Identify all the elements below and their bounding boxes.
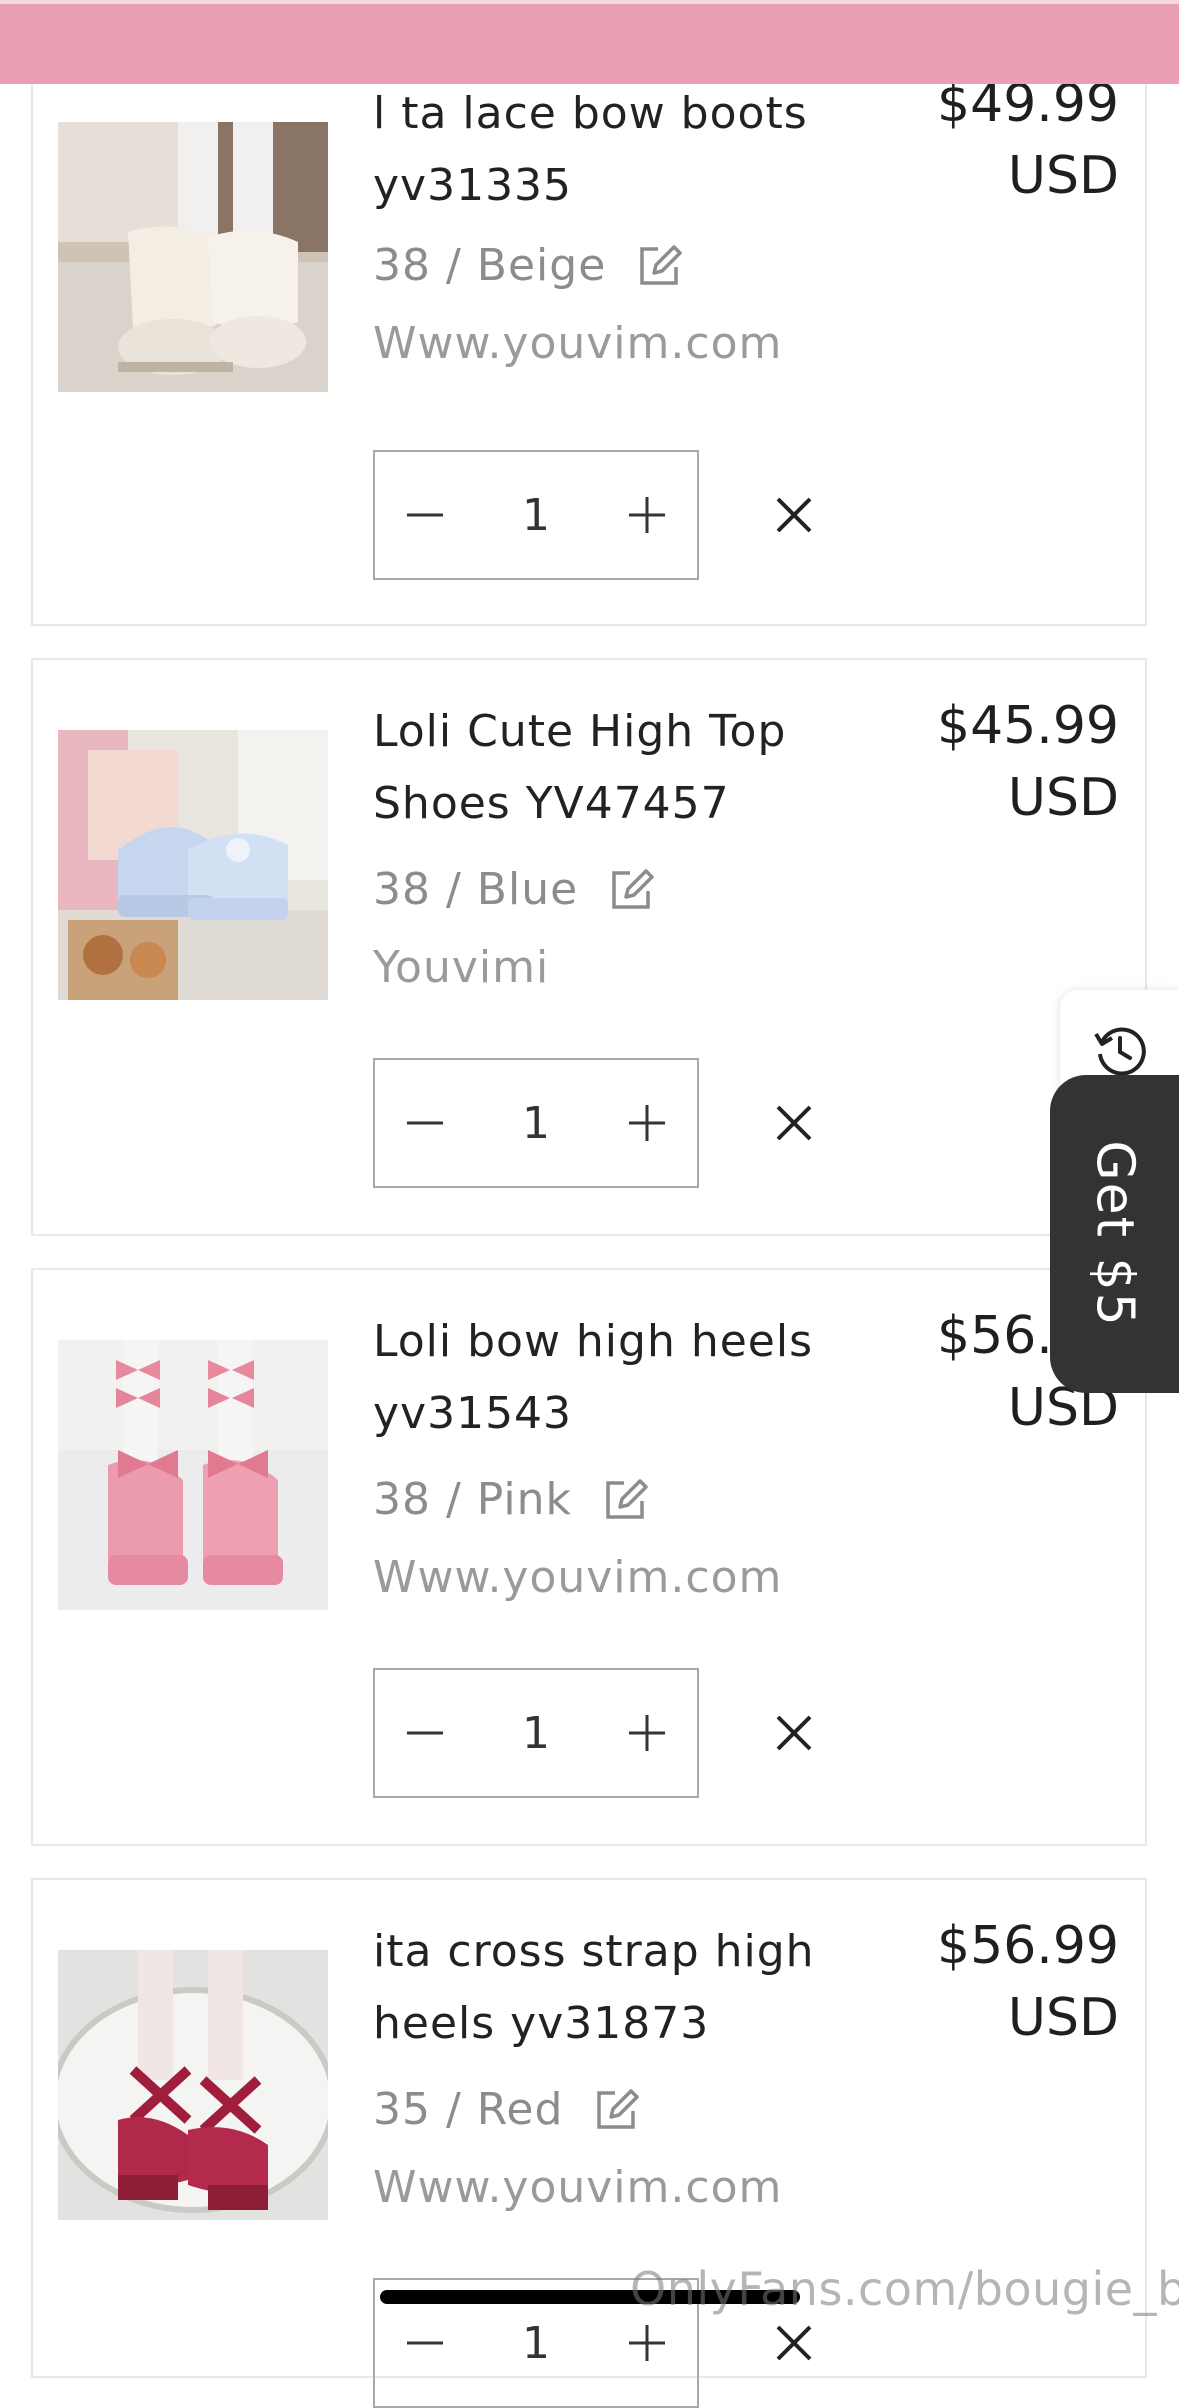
quantity-stepper: 1 — [373, 1058, 699, 1188]
remove-item-button[interactable] — [757, 1086, 831, 1160]
increase-quantity-button[interactable] — [597, 1670, 697, 1796]
price-currency: USD — [1007, 146, 1119, 206]
plus-icon — [629, 2325, 665, 2361]
product-image-3[interactable] — [58, 1340, 328, 1610]
decrease-quantity-button[interactable] — [375, 452, 475, 578]
price-currency: USD — [1007, 1988, 1119, 2048]
variant-label: 38 / Pink — [373, 1473, 572, 1525]
price-amount: $56.99 — [937, 1916, 1119, 1976]
quantity-stepper: 1 — [373, 450, 699, 580]
vendor-label: Www.youvim.com — [373, 2162, 783, 2213]
decrease-quantity-button[interactable] — [375, 1060, 475, 1186]
edit-icon[interactable] — [600, 1473, 652, 1525]
remove-item-button[interactable] — [757, 2306, 831, 2380]
product-title[interactable]: l ta lace bow boots yv31335 — [373, 78, 873, 222]
reward-label: Get $5 — [1084, 1140, 1145, 1328]
close-icon — [776, 1105, 812, 1141]
vendor-label: Youvimi — [373, 942, 550, 993]
product-title[interactable]: Loli Cute High Top Shoes YV47457 — [373, 696, 873, 840]
minus-icon — [407, 1121, 443, 1125]
product-price: $49.99 USD — [879, 68, 1119, 212]
product-title[interactable]: ita cross strap high heels yv31873 — [373, 1916, 873, 2060]
watermark: OnlyFans.com/bougie_bb — [630, 2262, 1179, 2316]
pink-bow-heels-photo — [58, 1340, 328, 1610]
decrease-quantity-button[interactable] — [375, 1670, 475, 1796]
cart-list: l ta lace bow boots yv31335 $49.99 USD 3… — [0, 0, 1179, 2408]
edit-icon[interactable] — [606, 863, 658, 915]
variant-label: 38 / Beige — [373, 239, 607, 291]
minus-icon — [407, 513, 443, 517]
edit-icon[interactable] — [634, 239, 686, 291]
quantity-value[interactable]: 1 — [522, 1708, 550, 1759]
red-cross-strap-heels-photo — [58, 1950, 328, 2220]
price-currency: USD — [1007, 768, 1119, 828]
product-image-1[interactable] — [58, 122, 328, 392]
variant-row: 38 / Blue — [373, 856, 658, 922]
increase-quantity-button[interactable] — [597, 1060, 697, 1186]
vendor-label: Www.youvim.com — [373, 318, 783, 369]
price-amount: $45.99 — [937, 696, 1119, 756]
product-title[interactable]: Loli bow high heels yv31543 — [373, 1306, 873, 1450]
cart-item-2: Loli Cute High Top Shoes YV47457 $45.99 … — [31, 658, 1147, 1236]
edit-icon[interactable] — [591, 2083, 643, 2135]
minus-icon — [407, 2341, 443, 2345]
variant-row: 35 / Red — [373, 2076, 643, 2142]
product-price: $45.99 USD — [879, 690, 1119, 834]
blue-high-top-shoes-photo — [58, 730, 328, 1000]
variant-label: 35 / Red — [373, 2083, 564, 2135]
vendor-label: Www.youvim.com — [373, 1552, 783, 1603]
cart-item-3: Loli bow high heels yv31543 $56.99 USD 3… — [31, 1268, 1147, 1846]
remove-item-button[interactable] — [757, 478, 831, 552]
header-bar — [0, 0, 1179, 84]
minus-icon — [407, 1731, 443, 1735]
increase-quantity-button[interactable] — [597, 452, 697, 578]
close-icon — [776, 1715, 812, 1751]
plus-icon — [629, 1105, 665, 1141]
plus-icon — [629, 1715, 665, 1751]
plus-icon — [629, 497, 665, 533]
variant-row: 38 / Beige — [373, 232, 686, 298]
variant-label: 38 / Blue — [373, 863, 579, 915]
history-clock-icon — [1093, 1027, 1146, 1076]
product-image-2[interactable] — [58, 730, 328, 1000]
close-icon — [776, 497, 812, 533]
quantity-stepper: 1 — [373, 1668, 699, 1798]
product-price: $56.99 USD — [879, 1910, 1119, 2054]
close-icon — [776, 2325, 812, 2361]
remove-item-button[interactable] — [757, 1696, 831, 1770]
lace-bow-boots-photo — [58, 122, 328, 392]
cart-item-1: l ta lace bow boots yv31335 $49.99 USD 3… — [31, 0, 1147, 626]
quantity-value[interactable]: 1 — [522, 1098, 550, 1149]
variant-row: 38 / Pink — [373, 1466, 652, 1532]
product-image-4[interactable] — [58, 1950, 328, 2220]
quantity-value[interactable]: 1 — [522, 2318, 550, 2369]
reward-tab[interactable]: Get $5 — [1050, 1075, 1179, 1393]
quantity-value[interactable]: 1 — [522, 490, 550, 541]
